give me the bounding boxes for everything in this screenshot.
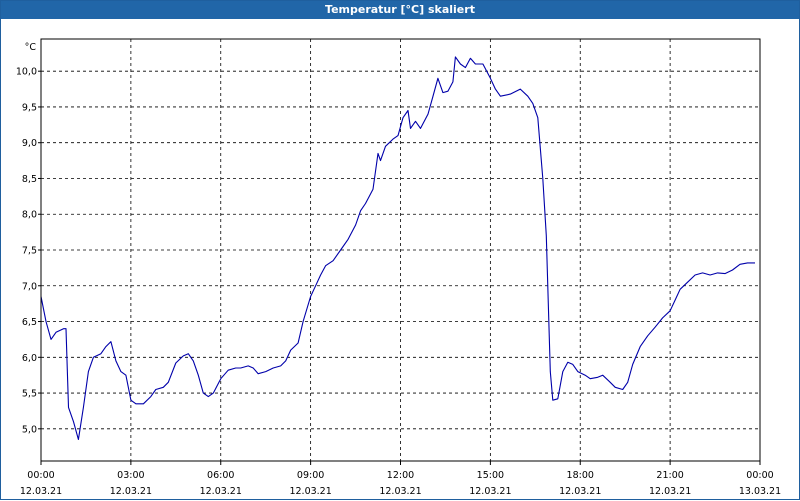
x-tick-date-label: 12.03.21	[379, 486, 421, 497]
x-tick-date-label: 12.03.21	[110, 486, 152, 497]
y-tick-label: 8,5	[22, 174, 37, 185]
series-group	[40, 56, 755, 441]
x-axis: 00:00 12.03.21 03:00 12.03.21 06:00 12.03.21 0…	[20, 461, 781, 497]
y-tick-label: 7,0	[22, 281, 37, 292]
x-tick-date-label: 12.03.21	[559, 486, 601, 497]
y-tick-label: 5,5	[22, 389, 37, 400]
x-tick-time-label: 21:00	[656, 470, 683, 481]
y-tick-label: 10,0	[16, 67, 37, 78]
x-tick-time-label: 15:00	[477, 470, 504, 481]
y-tick-label: 9,0	[22, 138, 37, 149]
x-tick-time-label: 00:00	[746, 470, 773, 481]
x-tick-date-label: 12.03.21	[469, 486, 511, 497]
x-tick-time-label: 18:00	[567, 470, 594, 481]
chart-window: Temperatur [°C] skaliert 5,0 5,5 6,0 6,5 7,0…	[0, 0, 800, 500]
x-tick-time-label: 09:00	[297, 470, 324, 481]
y-axis: 5,0 5,5 6,0 6,5 7,0 7,5 8,0 8,5 9,0 9,5 10,0 °C	[16, 42, 41, 435]
x-tick-time-label: 03:00	[117, 470, 144, 481]
y-axis-unit-label: °C	[25, 42, 37, 53]
temperature-series-line	[40, 56, 755, 441]
y-tick-label: 5,0	[22, 424, 37, 435]
x-tick-date-label: 12.03.21	[200, 486, 242, 497]
y-tick-label: 7,5	[22, 246, 37, 257]
x-tick-time-label: 06:00	[207, 470, 234, 481]
x-tick-date-label: 12.03.21	[20, 486, 62, 497]
x-tick-date-label: 13.03.21	[739, 486, 781, 497]
x-tick-time-label: 00:00	[27, 470, 54, 481]
x-tick-date-label: 12.03.21	[289, 486, 331, 497]
y-tick-label: 9,5	[22, 102, 37, 113]
y-tick-label: 6,5	[22, 317, 37, 328]
x-tick-date-label: 12.03.21	[649, 486, 691, 497]
line-chart: 5,0 5,5 6,0 6,5 7,0 7,5 8,0 8,5 9,0 9,5 10,0 °C 00:…	[16, 38, 781, 497]
y-tick-label: 6,0	[22, 353, 37, 364]
x-tick-time-label: 12:00	[387, 470, 414, 481]
grid-lines	[41, 39, 760, 461]
y-tick-label: 8,0	[22, 210, 37, 221]
